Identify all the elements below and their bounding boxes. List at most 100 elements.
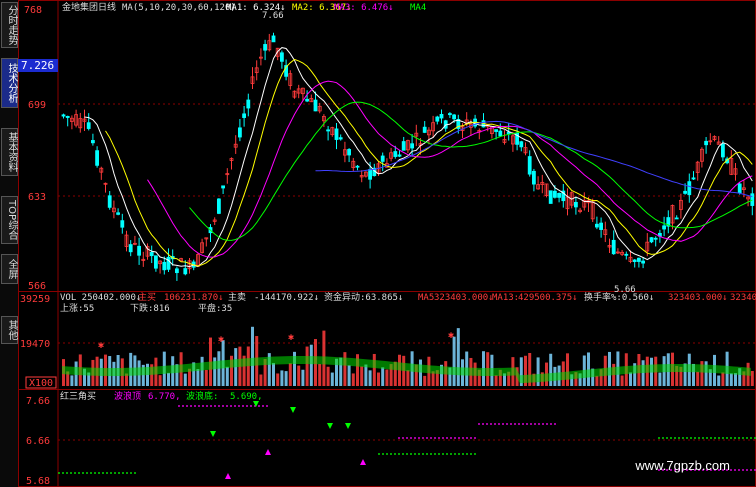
volume-bar bbox=[276, 373, 280, 386]
candle-body bbox=[662, 225, 666, 230]
candle-body bbox=[704, 140, 708, 146]
volume-bar bbox=[183, 373, 187, 386]
main-sell-value: -144170.922↓ bbox=[254, 293, 319, 303]
candle-body bbox=[263, 44, 268, 51]
volume-bar bbox=[347, 365, 351, 386]
candle-body bbox=[120, 220, 125, 228]
ma4-label: MA4 bbox=[410, 3, 426, 13]
candle-body bbox=[527, 156, 532, 175]
volume-bar bbox=[587, 352, 590, 386]
volume-bar bbox=[246, 346, 250, 386]
volume-bar bbox=[364, 364, 368, 386]
volume-bar bbox=[284, 371, 288, 386]
candle-body bbox=[595, 223, 599, 228]
tab-fullscreen[interactable]: 全屏 bbox=[1, 254, 18, 284]
volume-unit-label: X100 bbox=[29, 378, 53, 389]
stock-chart[interactable]: 7.226 768 699 633 566 金地集团日线 MA(5,10,20,… bbox=[18, 0, 756, 487]
candle-body bbox=[65, 116, 70, 118]
volume-bar bbox=[330, 372, 334, 386]
candle-body bbox=[91, 140, 95, 144]
volume-bar bbox=[372, 353, 376, 386]
candle-body bbox=[355, 165, 360, 168]
candle-body bbox=[553, 190, 557, 198]
volume-bar bbox=[326, 366, 330, 386]
flat-count: 平盘:35 bbox=[198, 302, 232, 314]
buy-triangle-icon bbox=[360, 459, 366, 465]
buy-star-icon: ✱ bbox=[288, 332, 294, 343]
sidebar: 分时走势 技术分析 基本资料 TOP综合 全屏 其他 bbox=[0, 0, 19, 487]
indicator-name: 红三角买 bbox=[60, 390, 96, 402]
candle-body bbox=[557, 193, 561, 198]
tab-technical-analysis[interactable]: 技术分析 bbox=[1, 58, 18, 108]
candle-body bbox=[95, 150, 99, 166]
volume-bar bbox=[721, 372, 725, 386]
candle-body bbox=[401, 141, 406, 151]
ma10-line bbox=[105, 58, 753, 267]
volume-bar bbox=[360, 366, 364, 386]
volume-bar bbox=[251, 326, 254, 386]
buy-star-icon: ✱ bbox=[218, 334, 224, 345]
volume-bar bbox=[309, 344, 313, 386]
volume-bar bbox=[385, 369, 389, 386]
candle-body bbox=[183, 268, 188, 275]
tail-value: 323403.000↓ bbox=[668, 293, 728, 303]
candle-body bbox=[532, 170, 536, 185]
volume-bar bbox=[280, 370, 284, 386]
volume-bar bbox=[494, 375, 498, 386]
candle-body bbox=[447, 113, 452, 116]
tab-other[interactable]: 其他 bbox=[1, 316, 18, 344]
volume-bar bbox=[406, 370, 410, 386]
candle-body bbox=[221, 185, 226, 189]
candle-body bbox=[380, 155, 385, 162]
candle-body bbox=[410, 143, 415, 149]
ma13-value: 429500.375↓ bbox=[518, 293, 578, 303]
volume-bar bbox=[377, 372, 380, 386]
candle-body bbox=[137, 245, 141, 256]
buy-triangle-icon bbox=[265, 449, 271, 455]
volume-bar bbox=[595, 375, 599, 386]
main-buy-value: 106231.870↓ bbox=[164, 293, 224, 303]
volume-bar bbox=[734, 373, 737, 386]
high-price-label: 7.66 bbox=[262, 11, 284, 21]
volume-bar bbox=[343, 352, 347, 386]
ma13-label: MA13: bbox=[492, 293, 519, 303]
volume-bar bbox=[351, 373, 355, 386]
tab-intraday[interactable]: 分时走势 bbox=[1, 2, 18, 48]
down-count: 下跌:816 bbox=[130, 303, 170, 314]
up-count: 上涨:55 bbox=[60, 303, 94, 314]
candle-body bbox=[641, 260, 645, 264]
wave-bottom-value: 5.690, bbox=[230, 392, 263, 402]
volume-bar bbox=[272, 362, 275, 386]
candle-body bbox=[683, 190, 687, 194]
candle-body bbox=[435, 116, 440, 122]
price-tick-699: 699 bbox=[28, 100, 46, 111]
candle-body bbox=[439, 114, 444, 119]
ma5-label: MA5 bbox=[418, 293, 434, 303]
candle-body bbox=[653, 237, 658, 240]
candle-body bbox=[116, 212, 120, 215]
candle-body bbox=[750, 193, 755, 206]
candle-body bbox=[107, 195, 112, 208]
candle-body bbox=[162, 261, 167, 271]
stock-title: 金地集团日线 bbox=[62, 1, 116, 13]
volume-bar bbox=[368, 370, 372, 386]
candle-body bbox=[632, 259, 637, 263]
volume-bar bbox=[225, 366, 229, 386]
indicator-tick-mid: 6.66 bbox=[26, 436, 50, 447]
candle-body bbox=[338, 137, 343, 140]
tab-top-overview[interactable]: TOP综合 bbox=[1, 196, 18, 244]
candle-body bbox=[313, 99, 318, 112]
volume-bar bbox=[620, 375, 624, 386]
volume-bar bbox=[566, 353, 569, 386]
main-sell-label: 主卖 bbox=[228, 291, 246, 303]
sell-triangle-icon bbox=[345, 423, 351, 429]
candle-body bbox=[422, 126, 427, 133]
candle-body bbox=[674, 217, 679, 220]
tab-fundamentals[interactable]: 基本资料 bbox=[1, 128, 18, 176]
indicator-tick-top: 7.66 bbox=[26, 396, 50, 407]
volume-bar bbox=[423, 375, 427, 386]
volume-bar bbox=[305, 346, 309, 386]
candle-body bbox=[242, 113, 247, 118]
candle-body bbox=[637, 257, 641, 262]
candle-body bbox=[494, 129, 499, 132]
